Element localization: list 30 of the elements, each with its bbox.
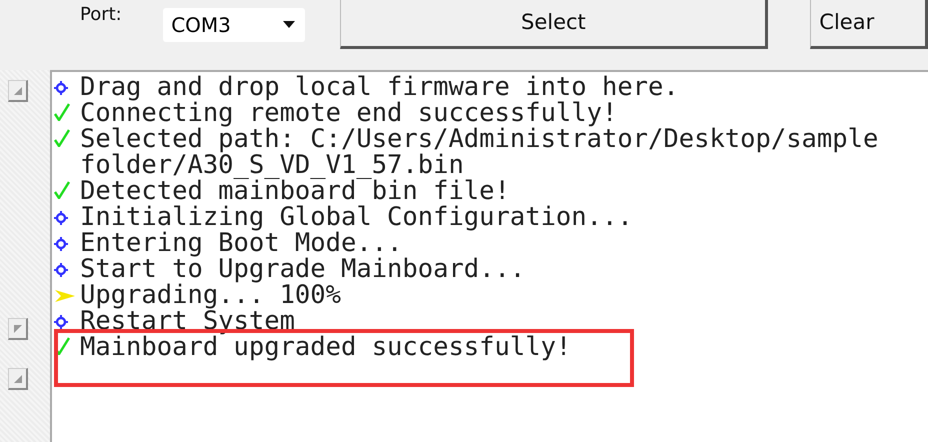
log-message: Restart System <box>80 308 295 334</box>
log-message: Mainboard upgraded successfully! <box>80 334 572 360</box>
log-message: Start to Upgrade Mainboard... <box>80 256 526 282</box>
log-message: Upgrading... 100% <box>80 282 341 308</box>
log-message: Selected path: C:/Users/Administrator/Desktop/sample folder/A30_S_VD_V1_57.bin <box>80 126 880 178</box>
log-message: Entering Boot Mode... <box>80 230 402 256</box>
check-icon <box>54 181 70 199</box>
clear-button[interactable]: Clear <box>810 0 928 49</box>
log-message: Initializing Global Configuration... <box>80 204 633 230</box>
scroll-up-button[interactable] <box>8 368 28 390</box>
gear-icon <box>54 237 68 251</box>
scroll-up-button[interactable] <box>8 80 28 102</box>
up-arrow-icon <box>14 374 22 382</box>
down-arrow-icon <box>14 324 22 332</box>
scroll-down-button[interactable] <box>8 318 28 340</box>
select-button[interactable]: Select <box>340 0 768 49</box>
gear-icon <box>54 315 68 329</box>
log-message: Drag and drop local firmware into here. <box>80 74 679 100</box>
log-message: Connecting remote end successfully! <box>80 100 618 126</box>
up-arrow-icon <box>14 86 22 94</box>
gear-icon <box>54 211 68 225</box>
gear-icon <box>54 263 68 277</box>
port-label: Port: <box>80 4 123 25</box>
gear-icon <box>54 81 68 95</box>
caret-icon <box>283 21 296 29</box>
port-dropdown[interactable]: COM3 <box>163 8 306 42</box>
arrow-icon <box>54 289 76 303</box>
check-icon <box>54 103 70 121</box>
log-message: Detected mainboard bin file! <box>80 178 510 204</box>
check-icon <box>54 129 70 147</box>
